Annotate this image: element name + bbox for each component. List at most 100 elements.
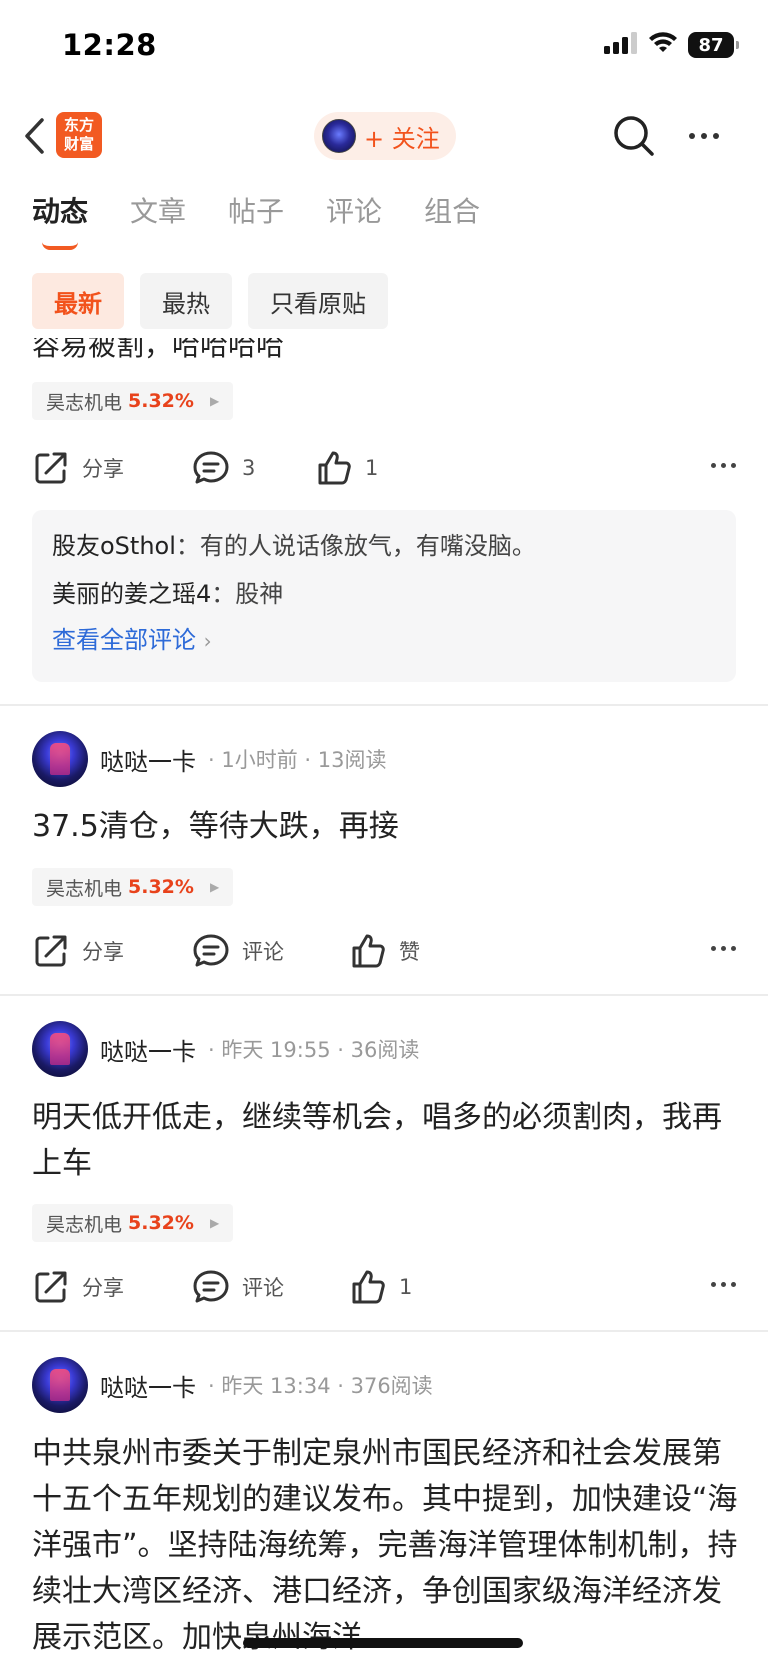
play-arrow-icon: ▶ (209, 394, 220, 408)
avatar[interactable] (32, 731, 88, 787)
read-count: 376阅读 (350, 1374, 433, 1398)
post-time: 1小时前 (221, 748, 298, 772)
battery-level: 87 (698, 34, 724, 56)
battery-icon: 87 (688, 32, 739, 58)
post-time: 昨天 13:34 (221, 1374, 331, 1398)
like-button[interactable]: 赞 (349, 926, 420, 976)
comment-item[interactable]: 股友oSthol：有的人说话像放气，有嘴没脑。 (52, 524, 716, 572)
comment-user: 美丽的姜之瑶4 (52, 580, 212, 608)
status-bar: 12:28 87 (0, 0, 768, 96)
like-count: 1 (399, 1275, 413, 1299)
share-label: 分享 (82, 1276, 124, 1300)
post-actions: 分享 评论 赞 (32, 926, 736, 976)
post-actions: 分享 3 1 (32, 443, 736, 493)
like-button[interactable]: 1 (349, 1262, 412, 1312)
logo-text-top: 东方 (63, 116, 94, 134)
comment-button[interactable]: 评论 (192, 1262, 284, 1312)
more-dots-icon[interactable] (711, 463, 736, 468)
stock-tag[interactable]: 昊志机电 5.32% ▶ (32, 382, 234, 420)
app-logo: 东方 财富 (56, 112, 102, 158)
author-name[interactable]: 哒哒一卡 (100, 742, 196, 777)
stock-name: 昊志机电 (46, 1213, 123, 1236)
share-label: 分享 (82, 457, 124, 481)
comments-preview: 股友oSthol：有的人说话像放气，有嘴没脑。 美丽的姜之瑶4：股神 查看全部评… (32, 510, 736, 682)
read-count: 13阅读 (317, 748, 387, 772)
share-icon (35, 1271, 67, 1303)
more-dots-icon[interactable] (682, 114, 726, 158)
post-text[interactable]: 中共泉州市委关于制定泉州市国民经济和社会发展第十五个五年规划的建议发布。其中提到… (32, 1431, 744, 1661)
comment-text: 有的人说话像放气，有嘴没脑。 (199, 532, 536, 560)
comment-colon: ： (211, 580, 236, 608)
play-arrow-icon: ▶ (209, 1216, 220, 1230)
comment-text: 股神 (235, 580, 284, 608)
filter-bar: 最新 最热 只看原贴 (32, 273, 388, 329)
author-name[interactable]: 哒哒一卡 (100, 1368, 196, 1403)
follow-label: + 关注 (364, 124, 440, 153)
share-button[interactable]: 分享 (32, 443, 124, 493)
stock-name: 昊志机电 (46, 391, 123, 414)
tab-label: 评论 (326, 195, 383, 228)
tab-label: 帖子 (228, 195, 285, 228)
comment-user: 股友oSthol (52, 532, 176, 560)
stock-change: 5.32% (128, 390, 194, 412)
avatar[interactable] (32, 1021, 88, 1077)
share-button[interactable]: 分享 (32, 1262, 124, 1312)
author-name[interactable]: 哒哒一卡 (100, 1032, 196, 1067)
follow-button[interactable]: + 关注 (314, 112, 456, 160)
status-time: 12:28 (62, 28, 157, 62)
back-button[interactable] (14, 114, 54, 158)
comment-icon (193, 1270, 229, 1303)
search-icon (614, 116, 654, 156)
filter-hottest[interactable]: 最热 (140, 273, 232, 329)
chevron-right-icon: › (203, 629, 212, 653)
filter-original-only[interactable]: 只看原贴 (248, 273, 388, 329)
like-label: 赞 (399, 940, 420, 964)
comment-label: 评论 (242, 1276, 284, 1300)
comment-button[interactable]: 3 (192, 443, 255, 493)
post-header: 哒哒一卡 · 昨天 19:55 · 36阅读 (32, 1020, 419, 1078)
share-icon (35, 935, 67, 967)
share-label: 分享 (82, 940, 124, 964)
comment-item[interactable]: 美丽的姜之瑶4：股神 (52, 572, 716, 620)
post-meta: · 1小时前 · 13阅读 (208, 748, 387, 772)
stock-tag[interactable]: 昊志机电 5.32% ▶ (32, 1204, 234, 1242)
tab-bar: 动态 文章 帖子 评论 组合 (32, 190, 480, 250)
stock-name: 昊志机电 (46, 877, 123, 900)
tab-label: 动态 (32, 195, 89, 228)
comment-icon (193, 451, 229, 484)
read-count: 36阅读 (350, 1038, 420, 1062)
home-indicator (243, 1638, 523, 1648)
stock-change: 5.32% (128, 1212, 194, 1234)
wifi-icon (648, 32, 678, 58)
tab-comments[interactable]: 评论 (326, 190, 382, 234)
comment-colon: ： (175, 532, 200, 560)
like-count: 1 (365, 456, 379, 480)
post-header: 哒哒一卡 · 1小时前 · 13阅读 (32, 730, 387, 788)
comment-button[interactable]: 评论 (192, 926, 284, 976)
avatar (322, 119, 356, 153)
divider (0, 1330, 768, 1332)
view-all-comments-link[interactable]: 查看全部评论 › (52, 620, 716, 661)
stock-tag[interactable]: 昊志机电 5.32% ▶ (32, 868, 234, 906)
more-dots-icon[interactable] (711, 946, 736, 951)
post-time: 昨天 19:55 (221, 1038, 331, 1062)
more-dots-icon[interactable] (711, 1282, 736, 1287)
share-button[interactable]: 分享 (32, 926, 124, 976)
post-text[interactable]: 明天低开低走，继续等机会，唱多的必须割肉，我再上车 (32, 1095, 742, 1187)
tab-dynamics[interactable]: 动态 (32, 190, 89, 250)
tab-posts[interactable]: 帖子 (228, 190, 284, 234)
tab-articles[interactable]: 文章 (130, 190, 186, 234)
avatar[interactable] (32, 1357, 88, 1413)
post-text[interactable]: 37.5清仓，等待大跌，再接 (32, 804, 742, 850)
search-button[interactable] (610, 112, 658, 160)
tab-portfolio[interactable]: 组合 (424, 190, 480, 234)
comment-label: 评论 (242, 940, 284, 964)
view-all-label: 查看全部评论 (52, 626, 196, 654)
like-button[interactable]: 1 (315, 443, 378, 493)
post-actions: 分享 评论 1 (32, 1262, 736, 1312)
post-meta: · 昨天 13:34 · 376阅读 (208, 1374, 433, 1398)
comment-count: 3 (242, 456, 256, 480)
post-text: 容易被割，哈哈哈哈 (32, 338, 285, 362)
filter-latest[interactable]: 最新 (32, 273, 124, 329)
tab-active-indicator (42, 242, 78, 250)
